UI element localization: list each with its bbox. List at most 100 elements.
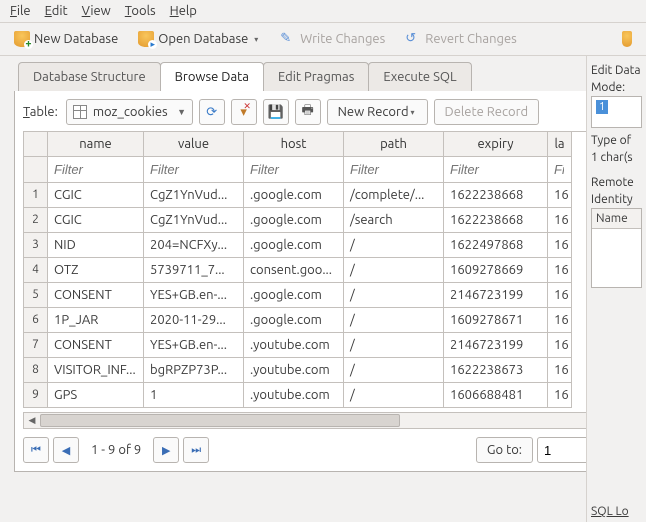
cell-host[interactable]: .google.com bbox=[244, 283, 344, 308]
col-expiry[interactable]: expiry bbox=[444, 132, 548, 157]
menu-tools[interactable]: Tools bbox=[125, 4, 156, 18]
filter-path[interactable] bbox=[344, 157, 443, 182]
cell-la[interactable]: 16 bbox=[548, 258, 572, 283]
cell-path[interactable]: / bbox=[344, 258, 444, 283]
cell-path[interactable]: / bbox=[344, 233, 444, 258]
table-row[interactable]: 1CGICCgZ1YnVud....google.com/complete/..… bbox=[24, 183, 626, 208]
new-record-button[interactable]: New Record▾ bbox=[327, 99, 428, 125]
last-page-button[interactable]: ⏭ bbox=[183, 437, 209, 463]
scroll-thumb[interactable] bbox=[40, 414, 400, 427]
cell-host[interactable]: .youtube.com bbox=[244, 383, 344, 408]
next-page-button[interactable]: ▶ bbox=[153, 437, 179, 463]
cell-la[interactable]: 16 bbox=[548, 208, 572, 233]
cell-path[interactable]: / bbox=[344, 383, 444, 408]
table-row[interactable]: 5CONSENTYES+GB.en-....google.com/2146723… bbox=[24, 283, 626, 308]
cell-value[interactable]: CgZ1YnVud... bbox=[144, 183, 244, 208]
cell-la[interactable]: 16 bbox=[548, 383, 572, 408]
new-database-button[interactable]: New Database bbox=[10, 29, 122, 49]
cell-expiry[interactable]: 2146723199 bbox=[444, 283, 548, 308]
cell-la[interactable]: 16 bbox=[548, 233, 572, 258]
tab-database-structure[interactable]: Database Structure bbox=[18, 62, 161, 91]
table-row[interactable]: 7CONSENTYES+GB.en-....youtube.com/214672… bbox=[24, 333, 626, 358]
filter-expiry[interactable] bbox=[444, 157, 547, 182]
cell-expiry[interactable]: 1622238668 bbox=[444, 183, 548, 208]
cell-expiry[interactable]: 1622238668 bbox=[444, 208, 548, 233]
chevron-down-icon[interactable]: ▾ bbox=[409, 108, 417, 117]
cell-edit-box[interactable]: 1 bbox=[591, 96, 642, 128]
cell-name[interactable]: 1P_JAR bbox=[48, 308, 144, 333]
cell-la[interactable]: 16 bbox=[548, 283, 572, 308]
cell-path[interactable]: / bbox=[344, 358, 444, 383]
cell-path[interactable]: /complete/... bbox=[344, 183, 444, 208]
cell-name[interactable]: CGIC bbox=[48, 183, 144, 208]
prev-page-button[interactable]: ◀ bbox=[53, 437, 79, 463]
sql-log-tab[interactable]: SQL Lo bbox=[591, 505, 646, 518]
menu-edit[interactable]: Edit bbox=[45, 4, 68, 18]
col-host[interactable]: host bbox=[244, 132, 344, 157]
cell-path[interactable]: / bbox=[344, 283, 444, 308]
cell-expiry[interactable]: 1606688481 bbox=[444, 383, 548, 408]
cell-value[interactable]: 5739711_7... bbox=[144, 258, 244, 283]
open-database-button[interactable]: Open Database▾ bbox=[134, 29, 264, 49]
cell-la[interactable]: 16 bbox=[548, 308, 572, 333]
table-row[interactable]: 61P_JAR2020-11-29....google.com/16092786… bbox=[24, 308, 626, 333]
save-view-button[interactable]: 💾 bbox=[263, 99, 289, 125]
toolbar-overflow[interactable] bbox=[618, 29, 636, 49]
cell-name[interactable]: CONSENT bbox=[48, 333, 144, 358]
cell-expiry[interactable]: 1609278671 bbox=[444, 308, 548, 333]
cell-host[interactable]: .google.com bbox=[244, 208, 344, 233]
filter-la[interactable] bbox=[548, 157, 570, 182]
cell-name[interactable]: NID bbox=[48, 233, 144, 258]
cell-name[interactable]: CONSENT bbox=[48, 283, 144, 308]
table-select[interactable]: moz_cookies ▼ bbox=[66, 99, 193, 125]
col-rownum[interactable] bbox=[24, 132, 48, 157]
cell-host[interactable]: .google.com bbox=[244, 233, 344, 258]
menu-help[interactable]: Help bbox=[170, 4, 197, 18]
filter-host[interactable] bbox=[244, 157, 343, 182]
identity-table[interactable]: Name bbox=[591, 208, 642, 288]
print-button[interactable]: 🖶 bbox=[295, 99, 321, 125]
cell-host[interactable]: .youtube.com bbox=[244, 358, 344, 383]
table-row[interactable]: 9GPS1.youtube.com/160668848116 bbox=[24, 383, 626, 408]
cell-value[interactable]: YES+GB.en-... bbox=[144, 283, 244, 308]
tab-browse-data[interactable]: Browse Data bbox=[160, 62, 264, 91]
cell-path[interactable]: /search bbox=[344, 208, 444, 233]
cell-value[interactable]: CgZ1YnVud... bbox=[144, 208, 244, 233]
scroll-left-arrow-icon[interactable]: ◀ bbox=[24, 413, 40, 428]
table-row[interactable]: 8VISITOR_INF...bgRPZP73P....youtube.com/… bbox=[24, 358, 626, 383]
col-name[interactable]: name bbox=[48, 132, 144, 157]
cell-expiry[interactable]: 1622238673 bbox=[444, 358, 548, 383]
col-la[interactable]: la bbox=[548, 132, 572, 157]
filter-value[interactable] bbox=[144, 157, 243, 182]
cell-host[interactable]: .google.com bbox=[244, 308, 344, 333]
cell-value[interactable]: 204=NCFXy... bbox=[144, 233, 244, 258]
cell-name[interactable]: GPS bbox=[48, 383, 144, 408]
cell-host[interactable]: .google.com bbox=[244, 183, 344, 208]
cell-host[interactable]: .youtube.com bbox=[244, 333, 344, 358]
goto-button[interactable]: Go to: bbox=[476, 437, 533, 463]
table-row[interactable]: 4OTZ5739711_7...consent.goo.../160927866… bbox=[24, 258, 626, 283]
horizontal-scrollbar[interactable]: ◀ ▶ bbox=[23, 412, 627, 429]
dropdown-caret-icon[interactable]: ▾ bbox=[252, 35, 260, 44]
clear-filters-button[interactable]: ▾✕ bbox=[231, 99, 257, 125]
cell-name[interactable]: VISITOR_INF... bbox=[48, 358, 144, 383]
table-row[interactable]: 2CGICCgZ1YnVud....google.com/search16222… bbox=[24, 208, 626, 233]
cell-la[interactable]: 16 bbox=[548, 333, 572, 358]
cell-expiry[interactable]: 2146723199 bbox=[444, 333, 548, 358]
col-value[interactable]: value bbox=[144, 132, 244, 157]
cell-value[interactable]: bgRPZP73P... bbox=[144, 358, 244, 383]
cell-la[interactable]: 16 bbox=[548, 358, 572, 383]
table-row[interactable]: 3NID204=NCFXy....google.com/162249786816 bbox=[24, 233, 626, 258]
tab-execute-sql[interactable]: Execute SQL bbox=[368, 62, 471, 91]
first-page-button[interactable]: ⏮ bbox=[23, 437, 49, 463]
cell-expiry[interactable]: 1609278669 bbox=[444, 258, 548, 283]
cell-value[interactable]: 1 bbox=[144, 383, 244, 408]
refresh-button[interactable]: ⟳ bbox=[199, 99, 225, 125]
cell-value[interactable]: 2020-11-29... bbox=[144, 308, 244, 333]
col-path[interactable]: path bbox=[344, 132, 444, 157]
cell-name[interactable]: OTZ bbox=[48, 258, 144, 283]
filter-name[interactable] bbox=[48, 157, 143, 182]
cell-la[interactable]: 16 bbox=[548, 183, 572, 208]
cell-path[interactable]: / bbox=[344, 333, 444, 358]
cell-value[interactable]: YES+GB.en-... bbox=[144, 333, 244, 358]
